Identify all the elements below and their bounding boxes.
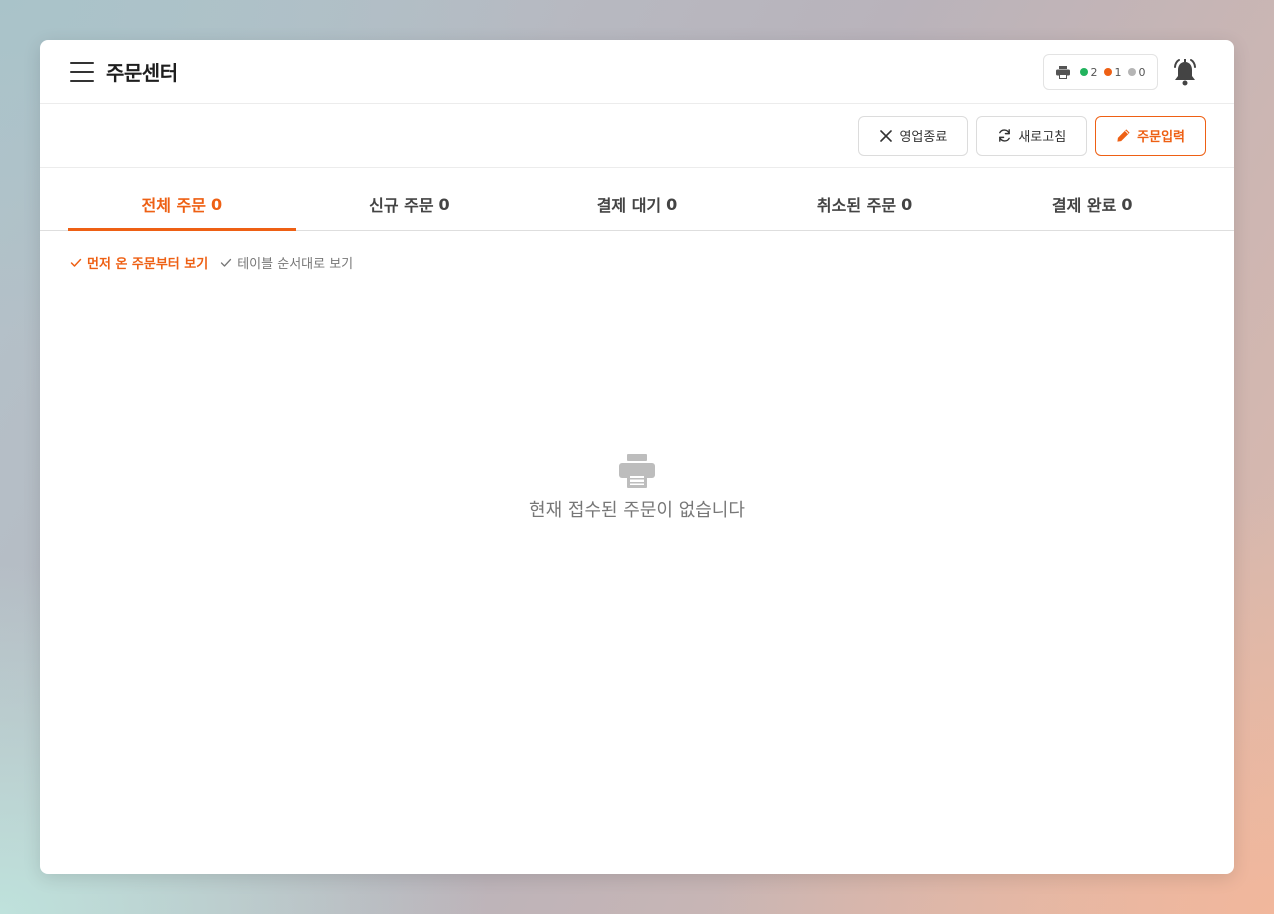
status-dot [1103,68,1112,76]
order-entry-label: 주문입력 [1137,130,1185,145]
app-title: 주문센터 [106,61,178,85]
top-bar: 주문센터 2 1 0 [40,40,1234,104]
close-business-button[interactable]: 영업종료 [858,115,969,156]
printer-status-warning: 1 [1103,65,1122,79]
tab-payment-complete[interactable]: 결제 완료 0 [978,168,1206,230]
refresh-button[interactable]: 새로고침 [976,115,1088,156]
tab-new-orders[interactable]: 신규 주문 0 [296,168,524,230]
tab-label: 취소된 주문 [816,196,897,215]
sort-options: 먼저 온 주문부터 보기 테이블 순서대로 보기 [40,231,1234,272]
tab-payment-pending[interactable]: 결제 대기 0 [523,168,751,230]
check-icon [70,258,82,267]
tab-count: 0 [438,194,450,214]
tab-count: 0 [901,194,913,214]
action-toolbar: 영업종료 새로고침 주문입력 [40,104,1234,168]
tab-label: 결제 대기 [596,196,662,215]
printer-status-online: 2 [1079,65,1098,79]
status-dot [1079,68,1088,76]
tab-count: 0 [666,194,678,214]
refresh-icon [999,129,1011,142]
status-dot [1127,68,1136,76]
sort-first-come[interactable]: 먼저 온 주문부터 보기 [70,253,208,272]
order-center-window: 주문센터 2 1 0 영업종료 새로고침 주문입력 전체 주문 0 신규 주문 … [40,40,1234,874]
tab-count: 0 [1121,194,1133,214]
printer-status-badge[interactable]: 2 1 0 [1043,54,1158,90]
printer-status-offline: 0 [1127,65,1146,79]
tab-label: 결제 완료 [1051,196,1117,215]
sort-by-table[interactable]: 테이블 순서대로 보기 [220,253,353,272]
order-entry-button[interactable]: 주문입력 [1095,115,1206,156]
sort-by-table-label: 테이블 순서대로 보기 [237,257,354,272]
printer-icon [619,454,655,488]
pencil-icon [1117,129,1130,142]
tab-label: 신규 주문 [369,196,434,215]
close-icon [880,129,893,142]
printer-icon [1055,65,1070,79]
tab-all-orders[interactable]: 전체 주문 0 [68,168,296,231]
check-icon [221,258,232,267]
alarm-bell-icon[interactable] [1172,58,1198,86]
printer-count-warning: 1 [1114,65,1122,79]
hamburger-menu-icon[interactable] [70,61,94,82]
close-business-label: 영업종료 [899,130,948,145]
tab-label: 전체 주문 [141,196,206,215]
tab-cancelled-orders[interactable]: 취소된 주문 0 [751,168,979,230]
sort-first-come-label: 먼저 온 주문부터 보기 [87,257,209,272]
empty-state-message: 현재 접수된 주문이 없습니다 [529,500,745,521]
order-status-tabs: 전체 주문 0 신규 주문 0 결제 대기 0 취소된 주문 0 결제 완료 0 [40,168,1234,231]
empty-state: 현재 접수된 주문이 없습니다 [40,454,1234,522]
tab-count: 0 [210,194,223,214]
refresh-label: 새로고침 [1018,130,1067,145]
printer-count-offline: 0 [1138,65,1146,79]
printer-count-online: 2 [1090,65,1098,79]
